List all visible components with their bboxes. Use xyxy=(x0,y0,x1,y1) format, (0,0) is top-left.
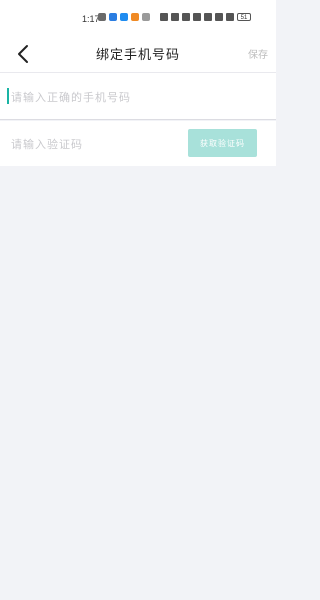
notification-icon xyxy=(98,13,106,21)
status-notification-icons xyxy=(98,13,150,21)
phone-input[interactable] xyxy=(9,86,253,108)
phone-row xyxy=(0,72,276,120)
status-time: 1:17 xyxy=(82,14,100,24)
status-system-icons: 51 xyxy=(160,13,251,21)
app-notification-icon-orange xyxy=(131,13,139,21)
verification-code-row: 获取验证码 xyxy=(0,121,276,166)
status-bar: 1:17 51 xyxy=(0,0,276,38)
wifi-icon xyxy=(204,13,212,21)
app-notification-icon-gray xyxy=(142,13,150,21)
vibrate-icon xyxy=(171,13,179,21)
battery-icon: 51 xyxy=(237,13,251,21)
signal-icon xyxy=(215,13,223,21)
page-title: 绑定手机号码 xyxy=(95,48,180,63)
signal-icon-2 xyxy=(226,13,234,21)
mute-icon xyxy=(193,13,201,21)
app-notification-icon-blue-2 xyxy=(120,13,128,21)
verification-code-input[interactable] xyxy=(9,133,173,155)
header: 绑定手机号码 保存 xyxy=(0,38,276,72)
save-button[interactable]: 保存 xyxy=(248,46,268,61)
get-code-button[interactable]: 获取验证码 xyxy=(188,129,257,157)
nfc-icon xyxy=(160,13,168,21)
bluetooth-icon xyxy=(182,13,190,21)
app-notification-icon-blue xyxy=(109,13,117,21)
